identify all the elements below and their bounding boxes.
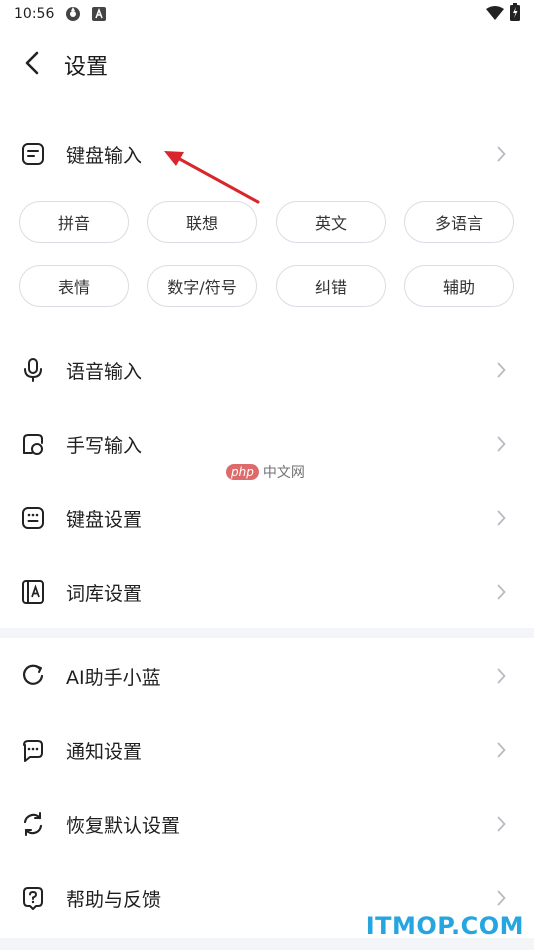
watermark-cn: 中文网 (262, 465, 305, 481)
footer-logo: ITMOP.COM (365, 912, 524, 940)
watermark: php 中文网 (226, 462, 305, 482)
watermark-php: php (226, 464, 259, 480)
